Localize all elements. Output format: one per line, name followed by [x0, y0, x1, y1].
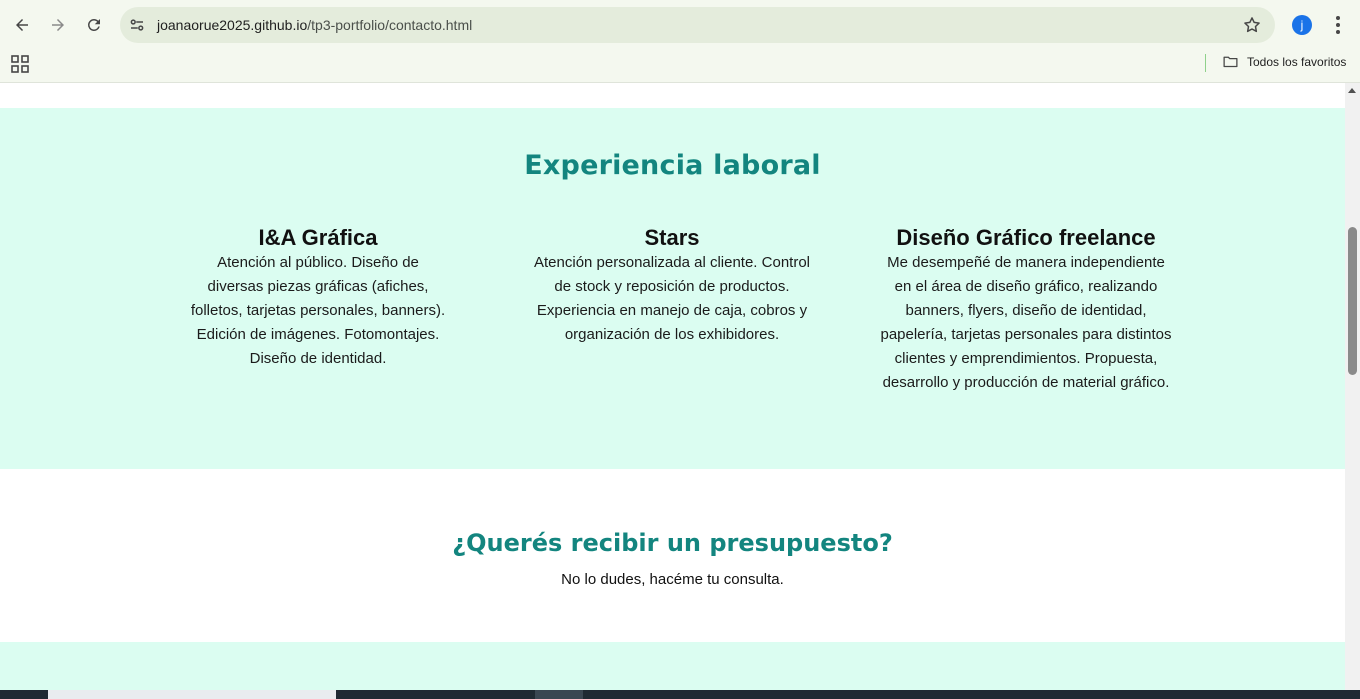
quote-title: ¿Querés recibir un presupuesto? — [452, 529, 893, 557]
apps-grid-icon[interactable] — [11, 55, 29, 73]
site-info-icon[interactable] — [128, 16, 146, 34]
contact-section — [0, 642, 1345, 690]
folder-icon — [1223, 56, 1238, 68]
job-description: Me desempeñé de manera independiente en … — [880, 254, 1172, 391]
page-scrollbar[interactable] — [1345, 83, 1360, 690]
taskbar-active-app[interactable] — [535, 690, 583, 699]
reload-button[interactable] — [76, 7, 112, 43]
browser-toolbar: joanaorue2025.github.io/tp3-portfolio/co… — [0, 0, 1360, 48]
bookmarks-bar: Todos los favoritos — [0, 48, 1360, 83]
job-title: Diseño Gráfico freelance — [896, 225, 1156, 250]
reload-icon — [87, 18, 100, 31]
taskbar-search[interactable] — [48, 690, 336, 699]
url-text: joanaorue2025.github.io/tp3-portfolio/co… — [157, 17, 472, 33]
bookmark-star-icon[interactable] — [1242, 15, 1262, 35]
all-bookmarks-button[interactable]: Todos los favoritos — [1222, 53, 1346, 70]
address-bar[interactable]: joanaorue2025.github.io/tp3-portfolio/co… — [120, 7, 1275, 43]
job-card: Stars Atención personalizada al cliente.… — [522, 225, 822, 347]
job-title: I&A Gráfica — [258, 225, 378, 250]
job-title: Stars — [644, 225, 700, 250]
job-description: Atención personalizada al cliente. Contr… — [534, 254, 810, 343]
all-bookmarks-label: Todos los favoritos — [1247, 54, 1347, 69]
url-host: joanaorue2025.github.io — [157, 17, 308, 33]
page-viewport: Experiencia laboral I&A Gráfica Atención… — [0, 83, 1345, 690]
experience-section: Experiencia laboral I&A Gráfica Atención… — [0, 108, 1345, 469]
scroll-up-arrow-icon[interactable] — [1348, 88, 1356, 93]
profile-avatar[interactable]: j — [1292, 15, 1312, 35]
more-menu-icon[interactable] — [1329, 14, 1347, 36]
job-card: I&A Gráfica Atención al público. Diseño … — [168, 225, 468, 371]
experience-title: Experiencia laboral — [524, 150, 821, 181]
job-description: Atención al público. Diseño de diversas … — [190, 254, 446, 367]
scroll-thumb[interactable] — [1348, 227, 1357, 375]
quote-subtitle: No lo dudes, hacéme tu consulta. — [561, 571, 784, 588]
back-button[interactable] — [4, 7, 40, 43]
forward-button[interactable] — [40, 7, 76, 43]
bookmarks-divider — [1205, 54, 1206, 72]
arrow-right-icon — [52, 19, 64, 31]
job-card: Diseño Gráfico freelance Me desempeñé de… — [876, 225, 1176, 395]
os-taskbar — [0, 690, 1360, 699]
arrow-left-icon — [16, 19, 28, 31]
url-path: /tp3-portfolio/contacto.html — [307, 17, 473, 33]
